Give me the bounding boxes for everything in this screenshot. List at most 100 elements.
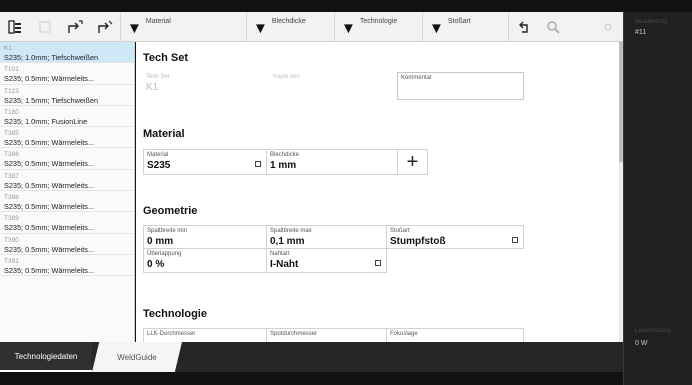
list-item-id: T390 (4, 236, 19, 244)
section-title-techset: Tech Set (143, 52, 189, 64)
thickness-field[interactable]: Blechdicke 1 mm (267, 149, 398, 175)
seam-type-field[interactable]: Nahtart I-Naht (267, 249, 387, 273)
list-item[interactable]: T101 S235; 0.5mm; Wärmeleits... (0, 63, 134, 85)
filter-icon: ▼ (341, 20, 356, 37)
list-item-id: T391 (4, 257, 19, 265)
filter-material[interactable]: ▼ Material (120, 12, 246, 41)
seam-type-value: I-Naht (270, 259, 299, 270)
list-item[interactable]: T385 S235; 0.5mm; Wärmeleits... (0, 127, 134, 149)
filter-stossart[interactable]: ▼ Stoßart (422, 12, 508, 41)
gap-max-value: 0,1 mm (270, 236, 305, 247)
undo-icon[interactable] (508, 12, 538, 41)
overlap-value: 0 % (147, 259, 165, 270)
export-icon[interactable] (60, 12, 90, 41)
list-item-id: T123 (4, 87, 19, 95)
list-item[interactable]: T390 S235; 0.5mm; Wärmeleits... (0, 234, 134, 255)
section-title-geometrie: Geometrie (143, 205, 198, 217)
search-icon[interactable] (538, 12, 568, 41)
select-icon[interactable] (375, 260, 381, 266)
scrollbar[interactable] (619, 42, 623, 342)
copy-of-label: Kopie von (273, 74, 300, 80)
joint-type-value: Stumpfstoß (390, 236, 446, 247)
filter-icon: ▼ (253, 20, 268, 37)
import-icon[interactable] (90, 12, 120, 41)
list-item[interactable]: T386 S235; 0.5mm; Wärmeleits... (0, 148, 134, 170)
list-item-id: T389 (4, 215, 19, 223)
material-field[interactable]: Material S235 (143, 149, 267, 175)
list-item-desc: S235; 0.5mm; Wärmeleits... (4, 244, 95, 254)
techset-label: Tech Set (146, 74, 170, 80)
gap-max-field[interactable]: Spaltbreite max 0,1 mm (267, 225, 387, 249)
toolbar: ▼ Material ▼ Blechdicke ▼ Technologie ▼ … (0, 12, 623, 42)
filter-technologie-label: Technologie (359, 18, 398, 25)
list-item-id: T386 (4, 151, 19, 159)
laser-power-label: Laserleistung (635, 328, 671, 334)
filter-material-label: Material (145, 18, 171, 25)
app-window: ▼ Material ▼ Blechdicke ▼ Technologie ▼ … (0, 0, 692, 385)
detail-panel: Tech Set Tech Set K1 Kopie von Kommentar… (136, 42, 623, 342)
list-item[interactable]: T123 S235; 1.5mm; Tiefschweißen (0, 85, 134, 106)
list-item-desc: S235; 0.5mm; Wärmeleits... (4, 74, 95, 84)
list-view-icon[interactable] (0, 12, 30, 41)
comment-field[interactable]: Kommentar (397, 72, 524, 100)
status-panel: Bearbeitung #11 Laserleistung 0 W (623, 12, 692, 385)
list-item-desc: S235; 0.5mm; Wärmeleits... (4, 202, 95, 212)
list-item-desc: S235; 0.5mm; Wärmeleits... (4, 138, 95, 148)
list-item-desc: S235; 1.0mm; FusionLine (4, 116, 88, 126)
list-item-id: T180 (4, 108, 19, 116)
list-item[interactable]: T387 S235; 0.5mm; Wärmeleits... (0, 170, 134, 192)
list-item-id: T388 (4, 194, 19, 202)
comment-label: Kommentar (401, 75, 433, 81)
tab-weldguide[interactable]: WeldGuide (92, 342, 182, 372)
techset-list: K1 S235; 1.0mm; Tiefschweißen T101 S235; 0… (0, 42, 135, 342)
llk-diameter-field[interactable]: LLK-Durchmesser (143, 328, 267, 342)
focus-field[interactable]: Fokuslage (387, 328, 524, 342)
list-item-desc: S235; 1.5mm; Tiefschweißen (4, 95, 99, 105)
filter-icon: ▼ (127, 20, 142, 37)
add-button[interactable]: + (398, 149, 428, 175)
filter-blechdicke[interactable]: ▼ Blechdicke (246, 12, 334, 41)
status-top-value: #11 (635, 29, 647, 36)
overlap-field[interactable]: Überlappung 0 % (143, 249, 267, 273)
joint-type-label: Stoßart (390, 228, 410, 234)
thickness-value: 1 mm (270, 160, 297, 171)
title-strip (0, 0, 692, 12)
filter-stossart-label: Stoßart (447, 18, 471, 25)
list-item[interactable]: T389 S235; 0.5mm; Wärmeleits... (0, 212, 134, 234)
filter-icon: ▼ (429, 20, 444, 37)
select-icon[interactable] (512, 237, 518, 243)
section-title-technologie: Technologie (143, 308, 207, 320)
spot-diameter-label: Spotdurchmesser (270, 331, 318, 337)
seam-type-label: Nahtart (270, 251, 290, 257)
joint-type-field[interactable]: Stoßart Stumpfstoß (387, 225, 524, 249)
thickness-label: Blechdicke (270, 152, 300, 158)
status-strip (0, 372, 623, 385)
copy-of-field: Kopie von (270, 72, 394, 98)
spot-diameter-field[interactable]: Spotdurchmesser (267, 328, 387, 342)
list-item[interactable]: T180 S235; 1.0mm; FusionLine (0, 106, 134, 128)
list-item-id: T101 (4, 66, 19, 74)
laser-power-value: 0 W (635, 340, 648, 347)
list-item-desc: S235; 0.5mm; Wärmeleits... (4, 180, 95, 190)
scrollbar-thumb[interactable] (619, 42, 623, 162)
gap-min-field[interactable]: Spaltbreite min 0 mm (143, 225, 267, 249)
tab-technologiedaten[interactable]: Technologiedaten (0, 342, 92, 372)
list-item-id: T387 (4, 172, 19, 180)
overlap-label: Überlappung (147, 251, 182, 257)
list-item-desc: S235; 0.5mm; Wärmeleits... (4, 223, 95, 233)
filter-technologie[interactable]: ▼ Technologie (334, 12, 422, 41)
blank-tool-icon[interactable] (30, 12, 60, 41)
select-icon[interactable] (255, 161, 261, 167)
material-label: Material (147, 152, 169, 158)
list-item-id: T385 (4, 130, 19, 138)
list-item[interactable]: T391 S235; 0.5mm; Wärmeleits... (0, 255, 134, 277)
filter-blechdicke-label: Blechdicke (271, 18, 306, 25)
gap-min-label: Spaltbreite min (147, 228, 188, 234)
settings-icon[interactable] (593, 12, 623, 41)
list-item[interactable]: T388 S235; 0.5mm; Wärmeleits... (0, 191, 134, 213)
list-item[interactable]: K1 S235; 1.0mm; Tiefschweißen (0, 42, 134, 64)
focus-label: Fokuslage (390, 331, 418, 337)
section-title-material: Material (143, 128, 185, 140)
techset-value: K1 (146, 82, 159, 93)
tab-bar: Technologiedaten WeldGuide (0, 342, 623, 372)
